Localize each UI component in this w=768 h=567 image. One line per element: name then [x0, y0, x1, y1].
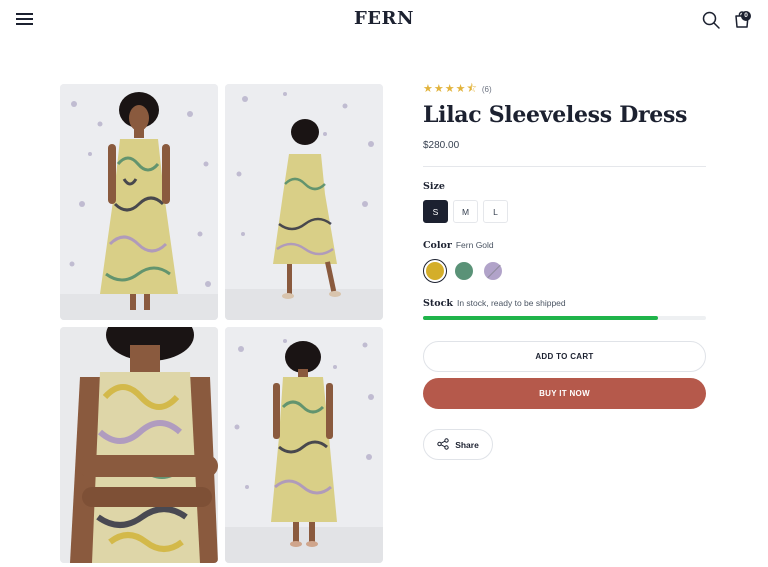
product-rating[interactable]: ★★★★⯪ (6): [423, 83, 492, 95]
color-selector: [423, 259, 505, 283]
add-to-cart-button[interactable]: ADD TO CART: [423, 341, 706, 372]
buy-it-now-button[interactable]: BUY IT NOW: [423, 378, 706, 409]
divider: [423, 166, 706, 167]
color-label-text: Color: [423, 240, 452, 251]
product-image-side[interactable]: [225, 84, 383, 320]
stock-label-text: Stock: [423, 298, 453, 309]
product-title: Lilac Sleeveless Dress: [423, 102, 688, 128]
selected-color-name: Fern Gold: [455, 240, 494, 250]
stock-label: Stock In stock, ready to be shipped: [423, 298, 566, 309]
swatch-fill: [455, 262, 473, 280]
stock-status-text: In stock, ready to be shipped: [456, 298, 566, 308]
color-label: Color Fern Gold: [423, 240, 494, 251]
size-option-m[interactable]: M: [453, 200, 478, 223]
color-swatch-lilac[interactable]: [481, 259, 505, 283]
site-logo[interactable]: FERN: [0, 8, 768, 29]
star-rating-icon: ★★★★⯪: [423, 82, 478, 95]
size-selector: S M L: [423, 200, 508, 223]
color-swatch-fern-gold[interactable]: [423, 259, 447, 283]
search-icon[interactable]: [701, 10, 721, 30]
stock-level-bar: [423, 316, 706, 320]
share-icon: [437, 437, 449, 452]
color-swatch-green[interactable]: [452, 259, 476, 283]
product-price: $280.00: [423, 140, 460, 151]
product-image-front[interactable]: [60, 84, 218, 320]
size-option-s[interactable]: S: [423, 200, 448, 223]
share-button[interactable]: Share: [423, 429, 493, 460]
site-header: FERN 0: [0, 0, 768, 40]
size-option-l[interactable]: L: [483, 200, 508, 223]
share-label: Share: [455, 439, 479, 450]
review-count: (6): [481, 84, 492, 94]
cart-count-badge: 0: [741, 11, 751, 21]
swatch-fill: [426, 262, 444, 280]
stock-level-fill: [423, 316, 658, 320]
product-image-back[interactable]: [225, 327, 383, 563]
swatch-fill: [484, 262, 502, 280]
size-label: Size: [423, 181, 445, 192]
product-image-closeup[interactable]: [60, 327, 218, 563]
